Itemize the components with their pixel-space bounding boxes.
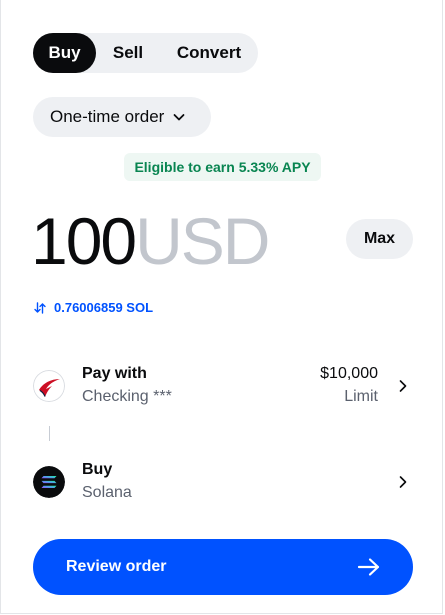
bank-logo-icon	[33, 370, 65, 402]
arrow-right-icon	[357, 558, 380, 576]
buy-asset-row[interactable]: Buy Solana	[33, 460, 413, 504]
chevron-right-icon	[399, 380, 407, 392]
order-type-label: One-time order	[50, 107, 165, 126]
buy-asset-text: Buy Solana	[82, 460, 398, 504]
chevron-right-icon	[399, 476, 407, 488]
asset-name: Solana	[82, 484, 132, 501]
apy-badge: Eligible to earn 5.33% APY	[124, 153, 321, 181]
amount-input[interactable]: 100USD	[31, 203, 270, 279]
review-order-button[interactable]: Review order	[33, 539, 413, 595]
payment-account: Checking ***	[82, 388, 172, 405]
amount-value: 100	[31, 204, 137, 278]
trade-type-switcher: Buy Sell Convert	[33, 33, 258, 73]
solana-logo-icon	[33, 466, 65, 498]
payment-limit-amount: $10,000	[320, 365, 378, 382]
pay-with-row[interactable]: Pay with Checking *** $10,000 Limit	[33, 364, 413, 408]
payment-limit-caption: Limit	[344, 388, 378, 405]
conversion-toggle[interactable]: 0.76006859 SOL	[34, 300, 153, 315]
pay-with-title: Pay with	[82, 365, 147, 382]
order-type-dropdown[interactable]: One-time order	[33, 97, 211, 137]
payment-limit: $10,000 Limit	[320, 364, 378, 408]
max-button[interactable]: Max	[346, 219, 413, 259]
pay-with-text: Pay with Checking ***	[82, 364, 320, 408]
chevron-down-icon	[173, 114, 185, 121]
conversion-text: 0.76006859 SOL	[54, 300, 154, 315]
buy-asset-title: Buy	[82, 461, 113, 478]
trade-panel: Buy Sell Convert One-time order Eligible…	[0, 0, 443, 614]
tab-buy[interactable]: Buy	[33, 33, 96, 73]
row-connector-line	[49, 426, 50, 441]
review-order-label: Review order	[66, 558, 167, 575]
tab-convert[interactable]: Convert	[160, 33, 258, 73]
swap-arrows-icon	[34, 301, 46, 314]
tab-sell[interactable]: Sell	[96, 33, 160, 73]
amount-currency: USD	[135, 204, 270, 278]
